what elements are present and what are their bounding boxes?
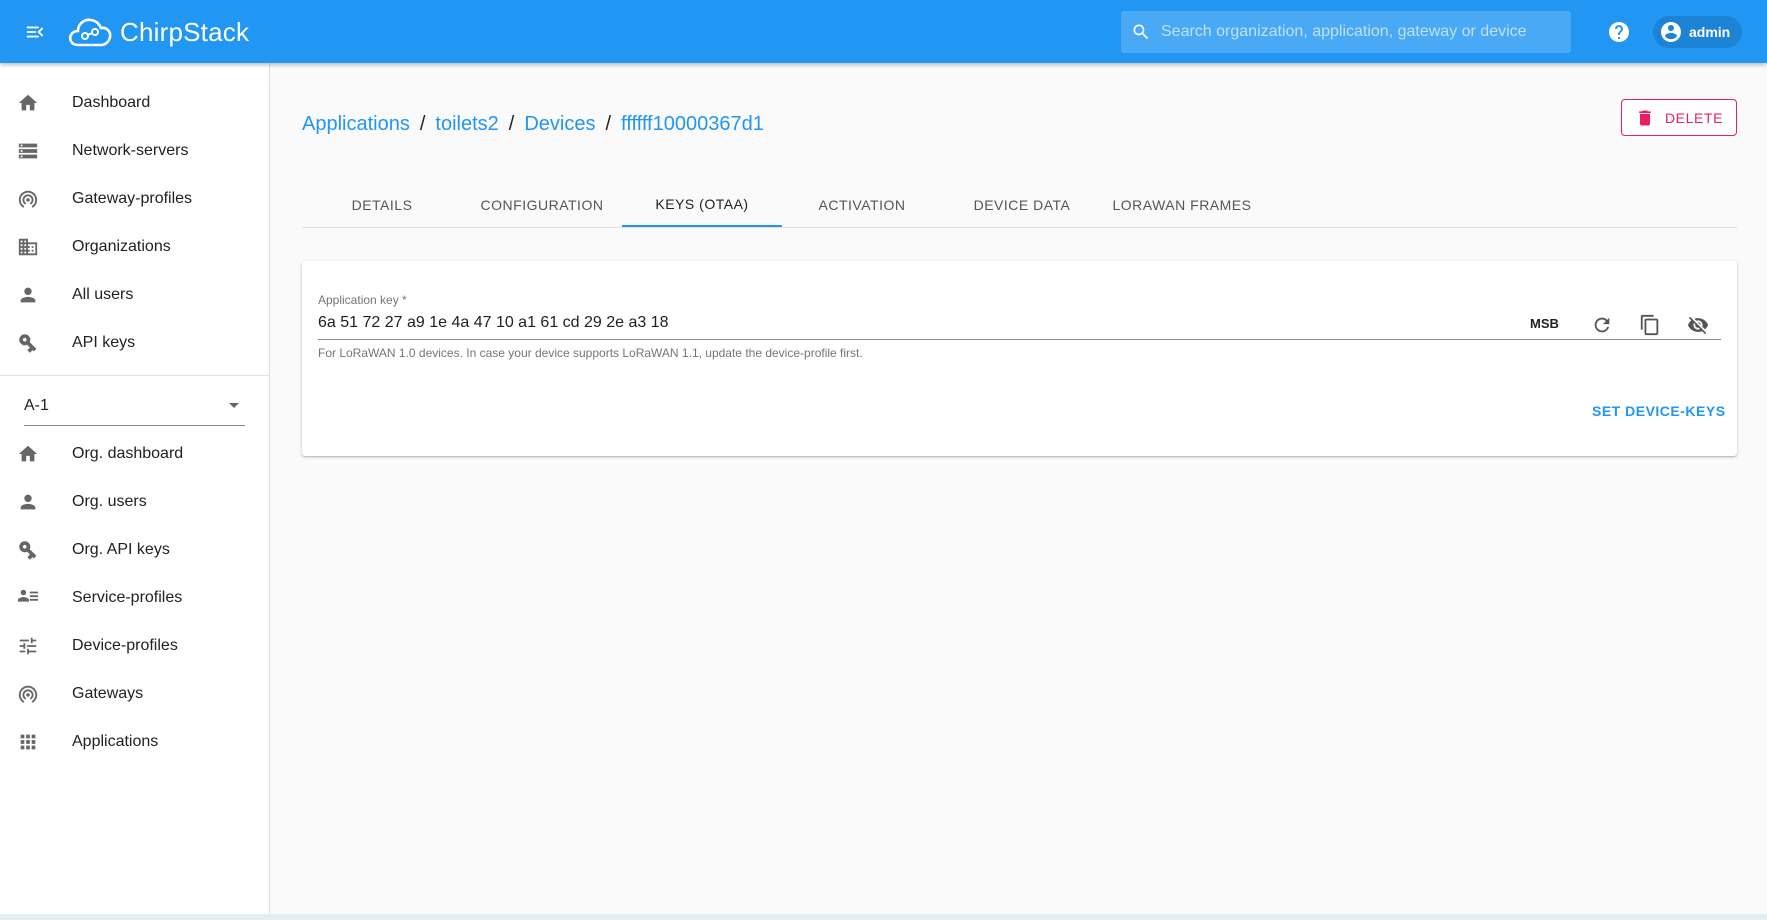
menu-collapse-button[interactable]	[18, 15, 52, 49]
sidebar-item-label: Applications	[72, 733, 159, 750]
sidebar-item-all-users[interactable]: All users	[0, 272, 269, 318]
organization-select-value: A-1	[24, 396, 49, 414]
visibility-off-icon	[1687, 316, 1709, 335]
device-keys-card: Application key * MSB For LoRaWAN 1.0 de…	[302, 261, 1737, 456]
sidebar-item-network-servers[interactable]: Network-servers	[0, 128, 269, 174]
sidebar-item-gateway-profiles[interactable]: Gateway-profiles	[0, 176, 269, 222]
chirpstack-logo[interactable]: ChirpStack	[68, 12, 249, 52]
breadcrumb-devices[interactable]: Devices	[524, 113, 595, 136]
account-details-icon	[16, 586, 40, 610]
search-box[interactable]	[1121, 11, 1571, 53]
sidebar-item-org-dashboard[interactable]: Org. dashboard	[0, 431, 269, 477]
application-key-label: Application key *	[318, 293, 407, 307]
wifi-tethering-icon	[16, 187, 40, 211]
account-circle-icon	[1661, 22, 1681, 42]
byte-order-toggle[interactable]: MSB	[1530, 316, 1559, 331]
sidebar-item-label: API keys	[72, 334, 136, 351]
breadcrumb: Applications / toilets2 / Devices / ffff…	[302, 110, 764, 138]
sidebar-item-label: Org. dashboard	[72, 445, 184, 462]
server-icon	[16, 139, 40, 163]
help-icon	[1609, 22, 1629, 42]
home-icon	[16, 91, 40, 115]
sidebar-item-label: Organizations	[72, 238, 171, 255]
set-device-keys-button[interactable]: SET DEVICE-KEYS	[1592, 403, 1726, 419]
tab-lorawan-frames[interactable]: LORAWAN FRAMES	[1102, 183, 1262, 227]
search-icon	[1133, 24, 1149, 40]
logo-text: ChirpStack	[120, 16, 250, 47]
sidebar-item-label: All users	[72, 286, 134, 303]
refresh-icon	[1594, 317, 1610, 333]
key-icon	[16, 331, 40, 355]
delete-icon	[1639, 110, 1651, 125]
apps-icon	[16, 730, 40, 754]
sidebar-item-applications[interactable]: Applications	[0, 719, 269, 765]
wifi-tethering-icon	[16, 682, 40, 706]
domain-icon	[16, 235, 40, 259]
sidebar-item-org-api-keys[interactable]: Org. API keys	[0, 527, 269, 573]
delete-button[interactable]: DELETE	[1621, 99, 1737, 136]
sidebar-item-dashboard[interactable]: Dashboard	[0, 80, 269, 126]
sidebar-item-label: Gateway-profiles	[72, 190, 193, 207]
key-icon	[16, 538, 40, 562]
bottom-strip	[0, 914, 1767, 920]
breadcrumb-separator: /	[419, 112, 426, 135]
sidebar-item-label: Service-profiles	[72, 589, 183, 606]
sidebar-item-device-profiles[interactable]: Device-profiles	[0, 623, 269, 669]
person-icon	[16, 283, 40, 307]
sidebar-item-api-keys[interactable]: API keys	[0, 320, 269, 366]
breadcrumb-device[interactable]: ffffff10000367d1	[621, 113, 764, 136]
sidebar-item-label: Org. API keys	[72, 541, 170, 558]
generate-key-button[interactable]	[1588, 311, 1616, 339]
user-name: admin	[1689, 24, 1731, 40]
sidebar-item-label: Network-servers	[72, 142, 189, 159]
application-key-helper-text: For LoRaWAN 1.0 devices. In case your de…	[318, 346, 863, 360]
sidebar-item-label: Device-profiles	[72, 637, 178, 654]
tab-details[interactable]: DETAILS	[302, 183, 462, 227]
sidebar-divider	[0, 375, 269, 376]
device-tabs: DETAILS CONFIGURATION KEYS (OTAA) ACTIVA…	[302, 183, 1737, 228]
help-button[interactable]	[1607, 20, 1631, 44]
tab-configuration[interactable]: CONFIGURATION	[462, 183, 622, 227]
sidebar-item-label: Dashboard	[72, 94, 151, 111]
application-key-underline	[318, 339, 1721, 340]
sidebar-item-organizations[interactable]: Organizations	[0, 224, 269, 270]
breadcrumb-separator: /	[508, 112, 515, 135]
sidebar-item-service-profiles[interactable]: Service-profiles	[0, 575, 269, 621]
search-input[interactable]	[1161, 23, 1551, 41]
delete-button-label: DELETE	[1664, 109, 1724, 126]
breadcrumb-applications[interactable]: Applications	[302, 113, 410, 136]
user-menu-chip[interactable]: admin	[1653, 16, 1743, 48]
tune-icon	[16, 634, 40, 658]
cloud-logo-icon	[68, 18, 112, 47]
sidebar-item-gateways[interactable]: Gateways	[0, 671, 269, 717]
copy-key-button[interactable]	[1636, 311, 1664, 339]
application-key-input[interactable]	[318, 314, 1368, 332]
top-app-bar: ChirpStack admin	[0, 0, 1767, 63]
tab-keys-otaa[interactable]: KEYS (OTAA)	[622, 183, 782, 227]
copy-icon	[1640, 314, 1659, 336]
breadcrumb-separator: /	[605, 112, 612, 135]
sidebar-item-org-users[interactable]: Org. users	[0, 479, 269, 525]
arrow-drop-down-icon	[229, 403, 239, 408]
tab-device-data[interactable]: DEVICE DATA	[942, 183, 1102, 227]
toggle-visibility-button[interactable]	[1684, 311, 1712, 339]
home-icon	[16, 442, 40, 466]
sidebar-item-label: Org. users	[72, 493, 147, 510]
sidebar: Dashboard Network-servers Gateway-profil…	[0, 63, 270, 920]
breadcrumb-application[interactable]: toilets2	[435, 113, 498, 136]
menu-open-icon	[26, 26, 44, 38]
tab-activation[interactable]: ACTIVATION	[782, 183, 942, 227]
organization-select[interactable]: A-1	[24, 386, 245, 426]
person-icon	[16, 490, 40, 514]
sidebar-item-label: Gateways	[72, 685, 144, 702]
